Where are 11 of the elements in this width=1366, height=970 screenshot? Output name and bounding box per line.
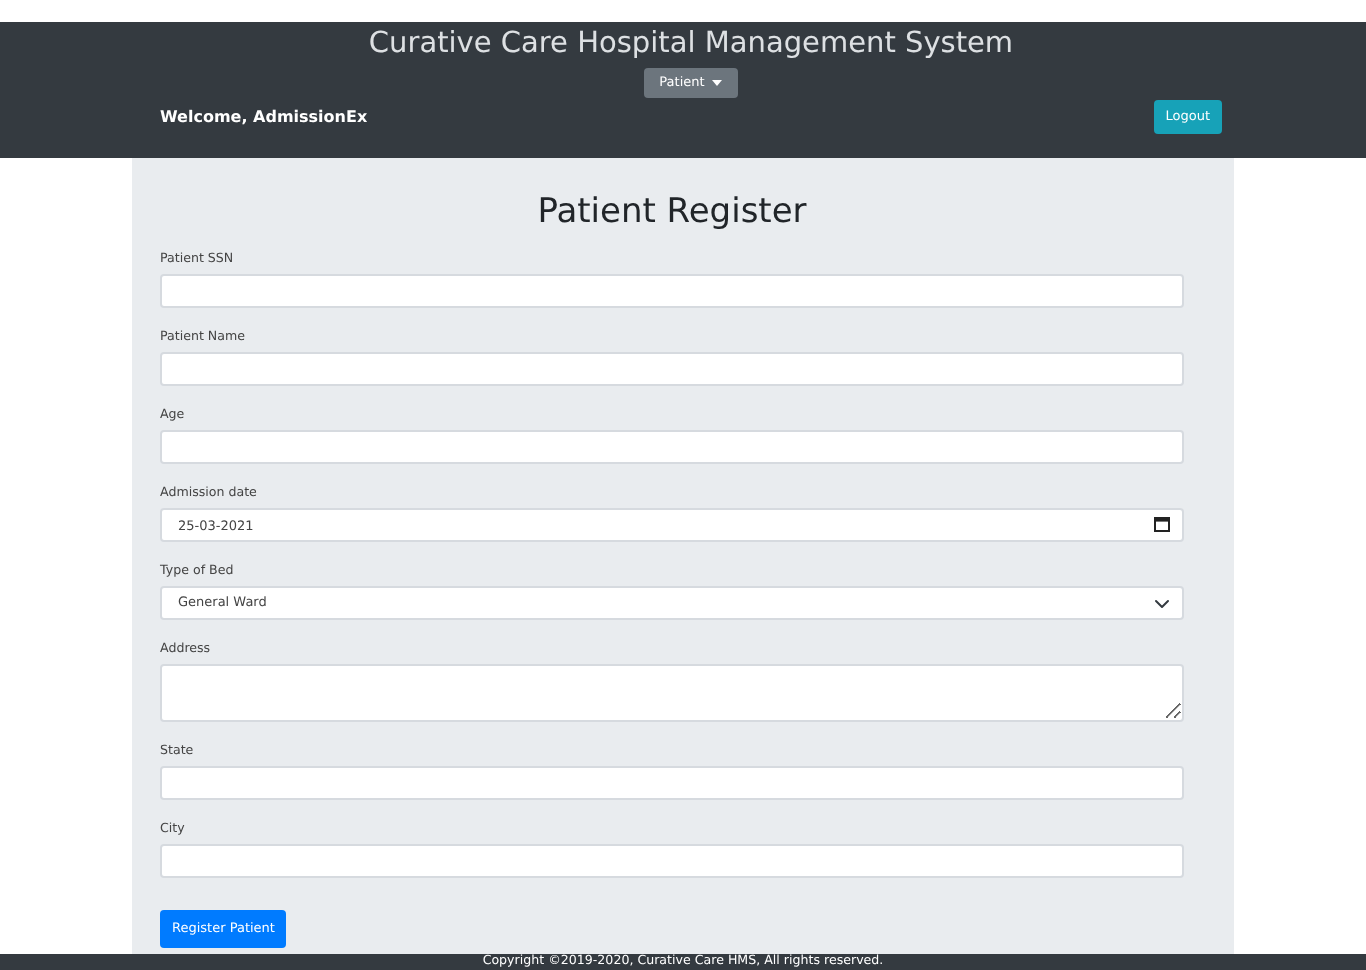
calendar-icon[interactable]	[1154, 516, 1170, 532]
input-field[interactable]	[160, 844, 1184, 878]
app-title: Curative Care Hospital Management System	[366, 26, 1016, 62]
input-field[interactable]	[160, 766, 1184, 800]
textarea-field[interactable]	[160, 664, 1184, 722]
input-field[interactable]	[160, 430, 1184, 464]
input-field[interactable]	[160, 274, 1184, 308]
input-field[interactable]	[160, 352, 1184, 386]
form-title: Patient Register	[535, 190, 809, 234]
welcome-text: Welcome, AdmissionEx	[160, 105, 368, 129]
caret-icon	[712, 80, 723, 86]
